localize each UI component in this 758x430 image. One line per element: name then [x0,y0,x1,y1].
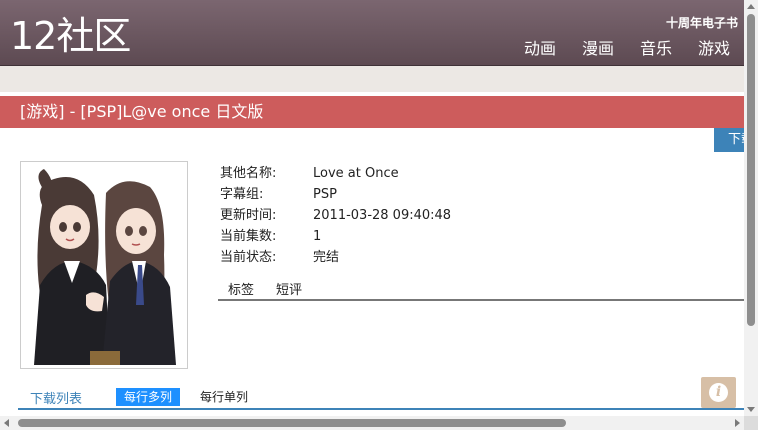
vertical-scrollbar[interactable] [744,0,758,416]
scroll-up-icon[interactable] [747,4,755,9]
scrollbar-corner [744,416,758,430]
info-button[interactable]: i [701,377,736,408]
info-value: Love at Once [313,166,399,181]
vertical-scroll-thumb[interactable] [747,14,755,326]
nav-music[interactable]: 音乐 [640,38,672,60]
info-value: 1 [313,229,322,244]
page-title: [游戏] - [PSP]L@ve once 日文版 [0,96,744,128]
promo-link[interactable]: 十周年电子书 [666,14,738,31]
download-list-header: 下载列表 每行多列 每行单列 [18,386,744,410]
info-table: 其他名称: Love at Once 字幕组: PSP 更新时间: 2011-0… [220,163,451,268]
tab-reviews[interactable]: 短评 [266,281,314,299]
nav-games[interactable]: 游戏 [698,38,730,60]
detail-tabs: 标签 短评 [218,281,744,301]
cover-illustration [24,165,184,365]
info-icon: i [709,383,728,402]
site-header: 12社区 十周年电子书 动画 漫画 音乐 游戏 [0,0,744,66]
download-list-label[interactable]: 下载列表 [30,388,82,407]
info-row-episodes: 当前集数: 1 [220,226,451,247]
nav-manga[interactable]: 漫画 [582,38,614,60]
info-key: 更新时间: [220,208,277,223]
site-logo[interactable]: 12社区 [10,14,131,58]
scroll-left-icon[interactable] [4,419,9,427]
info-row-subtitle-group: 字幕组: PSP [220,184,451,205]
scroll-down-icon[interactable] [747,407,755,412]
info-key: 字幕组: [220,187,264,202]
horizontal-scrollbar[interactable] [0,416,744,430]
scroll-right-icon[interactable] [735,419,740,427]
nav-anime[interactable]: 动画 [524,38,556,60]
horizontal-scroll-thumb[interactable] [18,419,566,427]
header-spacer-band [0,66,744,92]
info-row-updated: 更新时间: 2011-03-28 09:40:48 [220,205,451,226]
info-key: 当前状态: [220,250,277,265]
info-key: 当前集数: [220,229,277,244]
info-value: 2011-03-28 09:40:48 [313,208,452,223]
info-value: 完结 [313,250,340,265]
multi-column-toggle[interactable]: 每行多列 [116,388,181,406]
info-key: 其他名称: [220,166,277,181]
cover-image [20,161,188,369]
download-tab[interactable]: 下载 [714,128,744,152]
single-column-toggle[interactable]: 每行单列 [200,388,248,406]
info-row-status: 当前状态: 完结 [220,247,451,268]
tab-tags[interactable]: 标签 [218,281,266,299]
info-value: PSP [313,187,337,202]
info-row-alt-name: 其他名称: Love at Once [220,163,451,184]
main-nav: 动画 漫画 音乐 游戏 [524,38,730,60]
